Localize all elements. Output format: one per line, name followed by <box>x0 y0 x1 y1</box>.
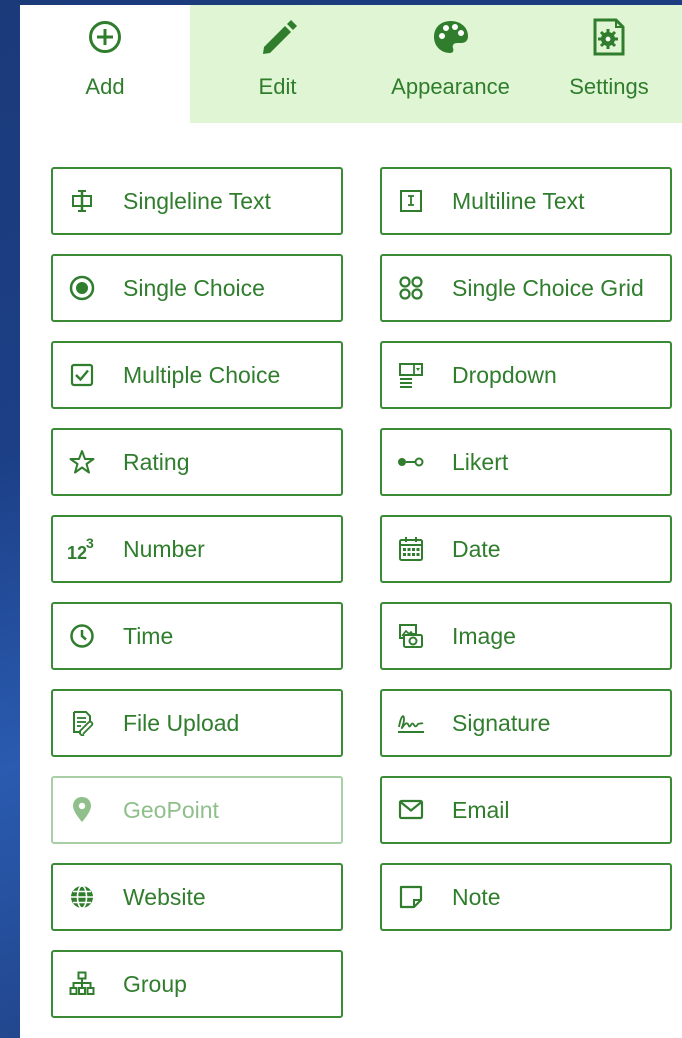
single-choice-label: Single Choice <box>123 274 265 301</box>
email-label: Email <box>452 796 510 823</box>
note-label: Note <box>452 883 501 910</box>
radio-button-icon <box>67 273 97 303</box>
tab-edit-label: Edit <box>258 74 297 99</box>
add-image-button[interactable]: Image <box>380 602 672 670</box>
group-label: Group <box>123 970 187 997</box>
add-singleline-text-button[interactable]: Singleline Text <box>51 167 343 235</box>
svg-text:12: 12 <box>67 543 87 563</box>
geopoint-label: GeoPoint <box>123 796 219 823</box>
dropdown-label: Dropdown <box>452 361 557 388</box>
tab-add-label: Add <box>85 74 125 99</box>
tab-settings-label: Settings <box>569 74 649 99</box>
map-pin-icon <box>67 795 97 825</box>
number-label: Number <box>123 535 205 562</box>
website-label: Website <box>123 883 206 910</box>
multiline-text-label: Multiline Text <box>452 187 585 214</box>
tab-appearance[interactable]: Appearance <box>365 5 536 123</box>
file-upload-label: File Upload <box>123 709 240 736</box>
signature-icon <box>396 708 426 738</box>
multiple-choice-label: Multiple Choice <box>123 361 281 388</box>
number-icon: 12 3 <box>67 534 97 564</box>
note-icon <box>396 882 426 912</box>
add-number-button[interactable]: 12 3 Number <box>51 515 343 583</box>
globe-icon <box>67 882 97 912</box>
toolbar-tabs: Add Edit Appearance Settings <box>20 5 682 123</box>
svg-text:3: 3 <box>86 535 94 551</box>
file-upload-icon <box>67 708 97 738</box>
image-camera-icon <box>396 621 426 651</box>
time-label: Time <box>123 622 174 649</box>
star-icon <box>67 447 97 477</box>
add-website-button[interactable]: Website <box>51 863 343 931</box>
add-group-button[interactable]: Group <box>51 950 343 1018</box>
group-hierarchy-icon <box>67 969 97 999</box>
checkbox-icon <box>67 360 97 390</box>
likert-scale-icon <box>396 447 426 477</box>
image-label: Image <box>452 622 516 649</box>
choice-grid-icon <box>396 273 426 303</box>
settings-gear-icon <box>592 17 626 57</box>
add-single-choice-grid-button[interactable]: Single Choice Grid <box>380 254 672 322</box>
tab-settings[interactable]: Settings <box>536 5 682 123</box>
add-file-upload-button[interactable]: File Upload <box>51 689 343 757</box>
add-time-button[interactable]: Time <box>51 602 343 670</box>
add-multiline-text-button[interactable]: Multiline Text <box>380 167 672 235</box>
tab-appearance-label: Appearance <box>391 74 510 99</box>
add-circle-icon <box>88 17 122 57</box>
rating-label: Rating <box>123 448 190 475</box>
pencil-icon <box>258 17 298 57</box>
calendar-icon <box>396 534 426 564</box>
add-multiple-choice-button[interactable]: Multiple Choice <box>51 341 343 409</box>
clock-icon <box>67 621 97 651</box>
add-signature-button[interactable]: Signature <box>380 689 672 757</box>
tab-edit[interactable]: Edit <box>190 5 365 123</box>
add-single-choice-button[interactable]: Single Choice <box>51 254 343 322</box>
envelope-icon <box>396 795 426 825</box>
dropdown-icon <box>396 360 426 390</box>
singleline-text-label: Singleline Text <box>123 187 271 214</box>
single-choice-grid-label: Single Choice Grid <box>452 274 644 301</box>
add-likert-button[interactable]: Likert <box>380 428 672 496</box>
add-date-button[interactable]: Date <box>380 515 672 583</box>
add-note-button[interactable]: Note <box>380 863 672 931</box>
add-rating-button[interactable]: Rating <box>51 428 343 496</box>
date-label: Date <box>452 535 501 562</box>
add-geopoint-button[interactable]: GeoPoint <box>51 776 343 844</box>
add-email-button[interactable]: Email <box>380 776 672 844</box>
multiline-text-icon <box>396 186 426 216</box>
likert-label: Likert <box>452 448 509 475</box>
palette-icon <box>432 17 470 57</box>
signature-label: Signature <box>452 709 551 736</box>
survey-builder-panel: Add Edit Appearance Settings Singleline … <box>20 5 682 1038</box>
singleline-text-icon <box>67 186 97 216</box>
tab-add[interactable]: Add <box>20 5 190 123</box>
add-dropdown-button[interactable]: Dropdown <box>380 341 672 409</box>
